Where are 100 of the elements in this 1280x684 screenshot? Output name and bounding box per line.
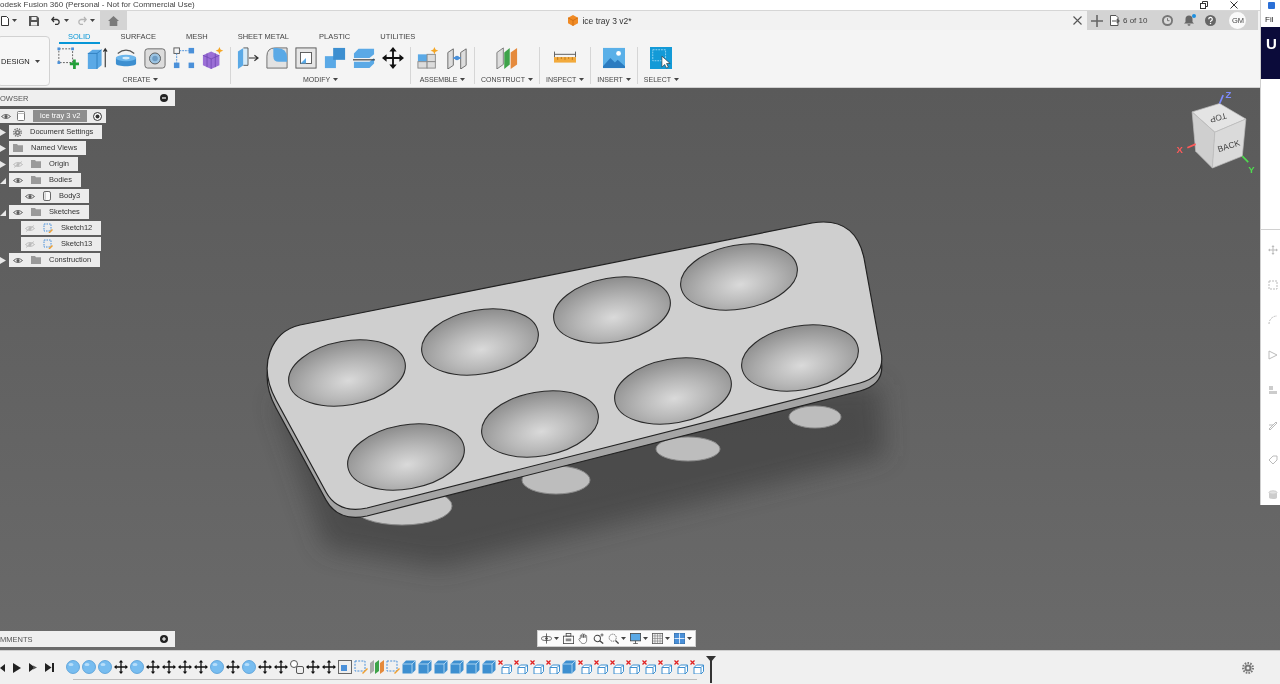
caret-icon[interactable] [625,78,631,81]
document-tab[interactable]: ice tray 3 v2* [568,15,632,26]
eye-icon[interactable] [1,112,11,120]
menu-label[interactable]: Fil [1265,15,1274,24]
skip-end-icon[interactable] [45,663,54,672]
plus-circle-icon[interactable] [160,635,168,643]
move-arrows-icon[interactable] [382,47,404,69]
plus-icon[interactable] [1091,14,1103,27]
settings-icon[interactable] [1242,661,1254,674]
caret-icon[interactable] [460,78,466,81]
eye-icon[interactable] [13,256,23,264]
box-cross-icon[interactable] [690,659,704,674]
move-arrows-icon[interactable] [194,659,208,674]
home-icon[interactable] [108,15,119,26]
step-back-icon[interactable] [0,663,5,672]
circle-square-icon[interactable] [290,659,304,674]
caret-icon[interactable] [643,637,648,640]
close-icon[interactable] [1230,1,1238,9]
box-cross-icon[interactable] [658,659,672,674]
expander-icon[interactable] [0,128,6,136]
select-cursor-icon[interactable] [650,47,673,69]
play-icon[interactable] [13,662,21,673]
box-cross-icon[interactable] [530,659,544,674]
split-slab-icon[interactable] [353,47,375,69]
box-cross-icon[interactable] [514,659,528,674]
move-arrows-icon[interactable] [114,659,128,674]
expander-icon[interactable] [0,160,6,168]
box-cross-icon[interactable] [498,659,512,674]
move-arrows-icon[interactable] [178,659,192,674]
box-cross-icon[interactable] [626,659,640,674]
two-cubes-icon[interactable] [324,47,346,69]
minus-circle-icon[interactable] [160,94,168,102]
framed-square-icon[interactable] [338,659,352,674]
box-icon[interactable] [402,659,416,674]
zoom-icon[interactable] [593,633,604,644]
restore-icon[interactable] [1200,1,1208,9]
box-icon[interactable] [418,659,432,674]
move-arrows-icon[interactable] [226,659,240,674]
step-forward-icon[interactable] [29,663,37,672]
help-icon[interactable] [1205,15,1217,26]
square-pattern-icon[interactable] [173,47,195,69]
box-cross-icon[interactable] [578,659,592,674]
move-arrows-icon[interactable] [162,659,176,674]
caret-icon[interactable] [665,637,670,640]
hollow-box-icon[interactable] [295,47,317,69]
planes-icon[interactable] [495,47,518,69]
clock-icon[interactable] [1162,15,1174,26]
expander-icon[interactable] [0,256,6,264]
move-arrows-icon[interactable] [322,659,336,674]
caret-icon[interactable] [674,78,680,81]
expander-icon[interactable] [0,144,6,152]
dashed-square-plus-icon[interactable] [57,47,79,69]
eye-icon[interactable] [13,176,23,184]
view-cube[interactable]: TOP BACK [1191,103,1247,169]
expander-icon[interactable] [0,208,6,216]
box-icon[interactable] [562,659,576,674]
save-icon[interactable] [29,15,39,26]
orbit-icon[interactable] [541,633,552,644]
caret-icon[interactable] [554,637,559,640]
radio-icon[interactable] [93,111,103,121]
cube-sparkle-icon[interactable] [202,47,224,69]
rounded-corner-icon[interactable] [266,47,288,69]
caret-icon[interactable] [621,637,626,640]
box-icon[interactable] [450,659,464,674]
box-cross-icon[interactable] [674,659,688,674]
curved-solid-icon[interactable] [115,47,137,69]
expander-icon[interactable] [0,176,6,184]
timeline-marker[interactable] [706,656,716,683]
box-icon[interactable] [482,659,496,674]
caret-icon[interactable] [687,637,692,640]
close-icon[interactable] [1073,16,1082,25]
home-button[interactable] [100,11,127,30]
box-cross-icon[interactable] [594,659,608,674]
box-cross-icon[interactable] [546,659,560,674]
eye-icon[interactable] [25,192,35,200]
move-arrows-icon[interactable] [306,659,320,674]
caret-icon[interactable] [12,19,17,22]
picture-icon[interactable] [603,47,626,69]
caret-icon[interactable] [579,78,585,81]
box-cross-icon[interactable] [642,659,656,674]
caret-icon[interactable] [527,78,533,81]
move-arrows-icon[interactable] [146,659,160,674]
file-icon[interactable] [1,15,9,26]
box-hole-icon[interactable] [144,47,166,69]
move-arrows-icon[interactable] [274,659,288,674]
job-status-button[interactable]: 6 of 10 [1110,15,1148,26]
grid-icon[interactable] [652,633,663,644]
caret-icon[interactable] [90,19,95,22]
bell-icon[interactable] [1184,15,1195,26]
cubes-sparkle-icon[interactable] [417,47,439,69]
hand-icon[interactable] [578,633,589,644]
dashed-magnifier-icon[interactable] [608,633,619,644]
box-arrow-icon[interactable] [86,47,108,69]
caret-icon[interactable] [64,19,69,22]
box-icon[interactable] [434,659,448,674]
move-arrows-icon[interactable] [258,659,272,674]
monitor-icon[interactable] [630,633,641,644]
four-panes-icon[interactable] [674,633,685,644]
box-icon[interactable] [466,659,480,674]
panel-arrow-icon[interactable] [237,47,259,69]
